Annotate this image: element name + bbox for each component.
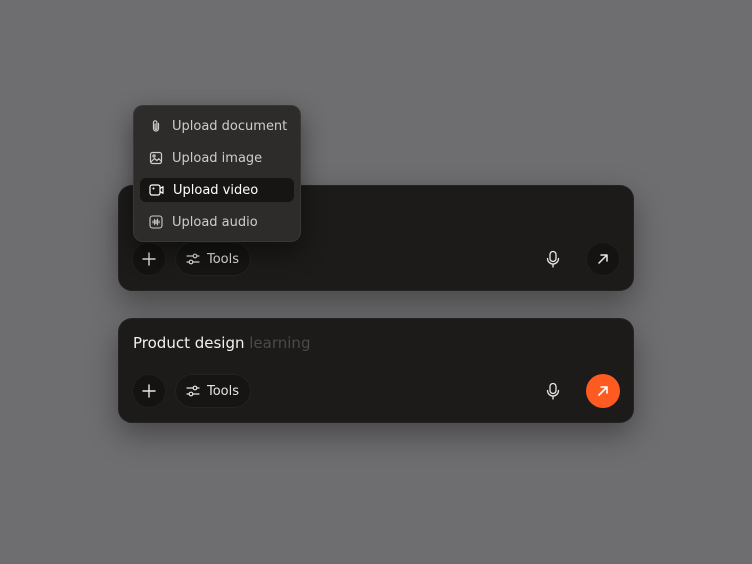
microphone-icon	[546, 250, 560, 268]
paperclip-icon	[152, 120, 160, 132]
plus-icon	[142, 384, 156, 398]
image-icon	[149, 151, 163, 165]
chat-composer-bottom[interactable]: Product design learning Tools	[118, 318, 634, 423]
menu-item-label: Upload image	[172, 150, 263, 166]
menu-item-upload-video[interactable]: Upload video	[140, 178, 294, 202]
menu-item-label: Upload video	[173, 182, 259, 198]
sliders-icon	[186, 253, 200, 265]
prompt-text: Product design	[133, 334, 245, 352]
prompt-input[interactable]: Product design learning	[133, 334, 310, 352]
sliders-icon	[186, 385, 200, 397]
video-icon	[149, 184, 164, 196]
menu-item-upload-image[interactable]: Upload image	[140, 146, 294, 170]
menu-item-label: Upload document	[172, 118, 288, 134]
tools-button[interactable]: Tools	[175, 374, 252, 408]
upload-menu: Upload document Upload image Upload vide…	[133, 105, 301, 242]
tools-label: Tools	[207, 383, 240, 399]
menu-item-upload-audio[interactable]: Upload audio	[140, 210, 294, 234]
arrow-up-right-icon	[598, 254, 608, 264]
microphone-icon	[546, 382, 560, 400]
arrow-up-right-icon	[598, 386, 608, 396]
composer-toolbar: Tools	[132, 242, 620, 276]
prompt-autocomplete-suggestion: learning	[249, 334, 311, 352]
microphone-button[interactable]	[542, 248, 564, 270]
add-attachment-button[interactable]	[132, 242, 166, 276]
send-button[interactable]	[586, 374, 620, 408]
composer-toolbar: Tools	[132, 374, 620, 408]
microphone-button[interactable]	[542, 380, 564, 402]
plus-icon	[142, 252, 156, 266]
send-button[interactable]	[586, 242, 620, 276]
add-attachment-button[interactable]	[132, 374, 166, 408]
tools-button[interactable]: Tools	[175, 242, 252, 276]
tools-label: Tools	[207, 251, 240, 267]
menu-item-label: Upload audio	[172, 214, 258, 230]
audio-wave-icon	[149, 215, 163, 229]
menu-item-upload-document[interactable]: Upload document	[140, 114, 294, 138]
